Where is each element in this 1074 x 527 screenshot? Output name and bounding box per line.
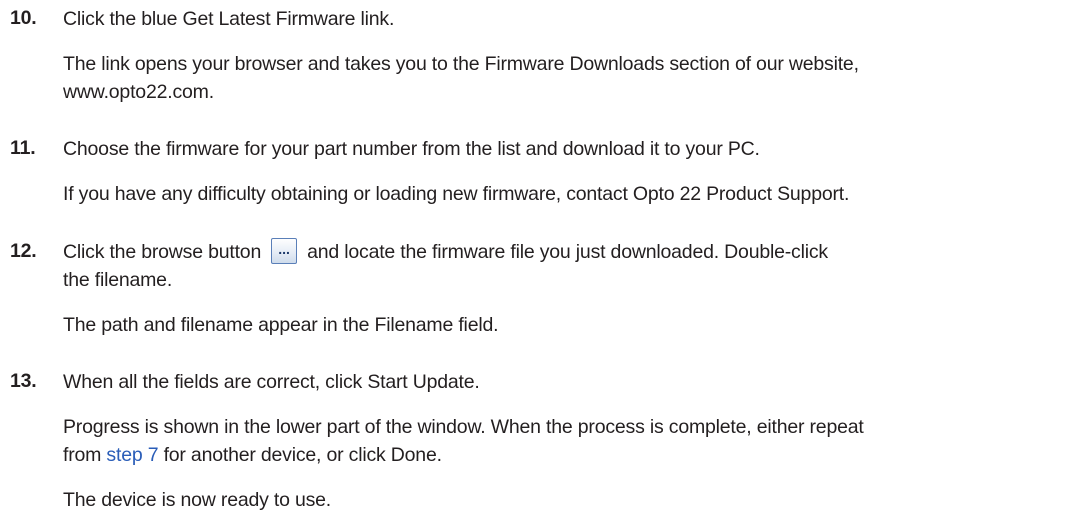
detail-text: from — [63, 444, 102, 466]
step-detail: Progress is shown in the lower part of t… — [63, 416, 864, 438]
instruction-text: and locate the firmware file you just do… — [307, 241, 828, 264]
step-number: 10. — [10, 7, 37, 29]
step-detail: If you have any difficulty obtaining or … — [63, 183, 850, 205]
step-number: 13. — [10, 370, 37, 392]
step-instruction: When all the fields are correct, click S… — [63, 371, 480, 393]
step-number: 11. — [10, 137, 36, 159]
step-instruction: Click the browse button... and locate the… — [63, 238, 828, 266]
step-instruction: Choose the firmware for your part number… — [63, 138, 760, 160]
browse-button[interactable]: ... — [271, 238, 298, 264]
step-instruction: Click the blue Get Latest Firmware link. — [63, 8, 395, 30]
detail-text: for another device, or click Done. — [163, 444, 442, 466]
step-instruction: the filename. — [63, 269, 173, 291]
step-detail: The path and filename appear in the File… — [63, 314, 499, 336]
step-number: 12. — [10, 240, 37, 262]
instruction-text: Click the browse button — [63, 241, 262, 264]
step-detail: The device is now ready to use. — [63, 489, 332, 511]
step-7-link[interactable]: step 7 — [106, 444, 158, 466]
step-detail: from step 7 for another device, or click… — [63, 443, 442, 468]
browse-button-label: ... — [278, 241, 290, 257]
step-detail: The link opens your browser and takes yo… — [63, 53, 859, 75]
step-detail: www.opto22.com. — [63, 81, 214, 103]
